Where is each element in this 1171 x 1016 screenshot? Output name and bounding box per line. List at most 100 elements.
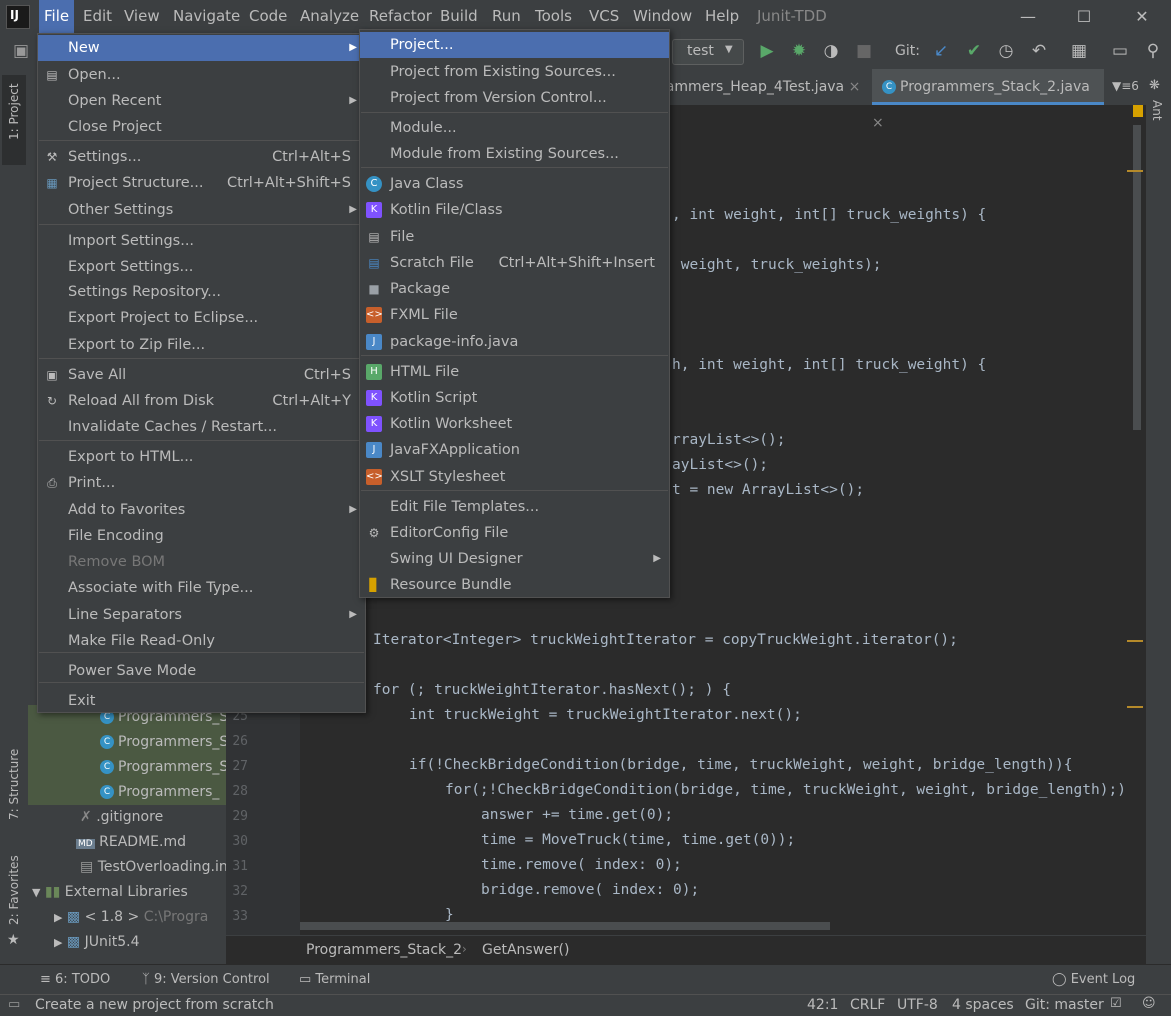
code-line[interactable]: bridge.remove( index: 0); xyxy=(481,878,699,903)
menu-view[interactable]: View xyxy=(119,0,165,33)
tab-heap-test[interactable]: rammers_Heap_4Test.java × xyxy=(660,69,870,105)
run-icon[interactable]: ▶ xyxy=(756,40,778,62)
file-encoding[interactable]: UTF-8 xyxy=(897,997,938,1013)
breadcrumb-method[interactable]: GetAnswer() xyxy=(482,942,569,958)
git-branch[interactable]: Git: master xyxy=(1025,997,1104,1013)
run-config-select[interactable]: test ▼ xyxy=(672,39,744,65)
rollback-icon[interactable]: ↶ xyxy=(1028,40,1050,62)
structure-tool-label[interactable]: 7: Structure xyxy=(7,749,21,820)
code-line[interactable]: h, int weight, int[] truck_weight) { xyxy=(672,353,986,378)
project-structure-icon[interactable]: ▦ xyxy=(1068,40,1090,62)
terminal-icon[interactable]: ▭ xyxy=(1109,40,1131,62)
file-menu-item-close-project[interactable]: Close Project xyxy=(38,114,365,140)
new-menu-item-scratch-file[interactable]: ▤ Scratch File Ctrl+Alt+Shift+Insert xyxy=(360,250,669,276)
new-menu-item-html-file[interactable]: H HTML File xyxy=(360,359,669,385)
code-line[interactable]: , int weight, int[] truck_weights) { xyxy=(672,203,986,228)
maximize-icon[interactable]: ☐ xyxy=(1059,0,1109,33)
new-menu-item-package[interactable]: ■ Package xyxy=(360,276,669,302)
file-menu-item-exit[interactable]: Exit xyxy=(38,688,365,714)
file-menu-item-import-settings[interactable]: Import Settings... xyxy=(38,228,365,254)
file-menu-item-associate-with-file-type[interactable]: Associate with File Type... xyxy=(38,575,365,601)
code-line[interactable]: weight, truck_weights); xyxy=(672,253,882,278)
new-menu-item-swing-ui-designer[interactable]: Swing UI Designer ▶ xyxy=(360,546,669,572)
new-menu-item-module[interactable]: Module... xyxy=(360,115,669,141)
code-line[interactable]: Iterator<Integer> truckWeightIterator = … xyxy=(373,628,958,653)
menu-code[interactable]: Code xyxy=(244,0,292,33)
code-line[interactable]: time = MoveTruck(time, time.get(0)); xyxy=(481,828,795,853)
new-menu-item-project[interactable]: Project... xyxy=(360,32,669,58)
error-stripe-mark[interactable] xyxy=(1127,170,1143,172)
new-menu-item-java-class[interactable]: C Java Class xyxy=(360,171,669,197)
file-menu-item-remove-bom[interactable]: Remove BOM xyxy=(38,549,365,575)
file-menu-item-print[interactable]: ⎙ Print... xyxy=(38,470,365,496)
file-menu-item-file-encoding[interactable]: File Encoding xyxy=(38,523,365,549)
file-menu-item-open-recent[interactable]: Open Recent ▶ xyxy=(38,88,365,114)
tree-item[interactable]: ▶ ▩ JUnit5.4 xyxy=(28,930,226,955)
expand-arrow-icon[interactable]: ▼ xyxy=(32,886,40,899)
new-menu-item-edit-file-templates[interactable]: Edit File Templates... xyxy=(360,494,669,520)
ant-tool-label[interactable]: Ant xyxy=(1150,100,1164,121)
tree-item[interactable]: MD README.md xyxy=(28,830,226,855)
tab-overflow-icon[interactable]: ▼≡6 xyxy=(1112,79,1139,93)
new-menu-item-module-from-existing-sources[interactable]: Module from Existing Sources... xyxy=(360,141,669,167)
new-menu-item-project-from-version-control[interactable]: Project from Version Control... xyxy=(360,85,669,111)
inspector-icon[interactable]: ☺ xyxy=(1142,996,1156,1011)
code-line[interactable]: ayList<>(); xyxy=(672,453,768,478)
code-line[interactable]: t = new ArrayList<>(); xyxy=(672,478,864,503)
file-menu-item-reload-all-from-disk[interactable]: ↻ Reload All from Disk Ctrl+Alt+Y xyxy=(38,388,365,414)
coverage-icon[interactable]: ◑ xyxy=(820,40,842,62)
new-menu-item-package-info-java[interactable]: Jpackage-info.java xyxy=(360,329,669,355)
history-icon[interactable]: ◷ xyxy=(995,40,1017,62)
favorites-tool-label[interactable]: 2: Favorites xyxy=(7,855,21,925)
git-commit-icon[interactable]: ✔ xyxy=(963,40,985,62)
file-menu-item-add-to-favorites[interactable]: Add to Favorites ▶ xyxy=(38,497,365,523)
tree-item[interactable]: C Programmers_S xyxy=(28,755,226,780)
file-menu-item-power-save-mode[interactable]: Power Save Mode xyxy=(38,658,365,684)
file-menu-item-other-settings[interactable]: Other Settings ▶ xyxy=(38,197,365,223)
debug-icon[interactable]: ✹ xyxy=(788,40,810,62)
horizontal-scrollbar[interactable] xyxy=(300,922,830,930)
menu-navigate[interactable]: Navigate xyxy=(168,0,245,33)
menu-analyze[interactable]: Analyze xyxy=(295,0,364,33)
error-stripe-mark[interactable] xyxy=(1127,640,1143,642)
todo-tool-button[interactable]: ≡ 6: TODO xyxy=(40,972,110,987)
search-icon[interactable]: ⚲ xyxy=(1142,40,1164,62)
error-stripe-mark[interactable] xyxy=(1127,706,1143,708)
menu-help[interactable]: Help xyxy=(700,0,744,33)
new-menu-item-fxml-file[interactable]: <> FXML File xyxy=(360,302,669,328)
collapse-arrow-icon[interactable]: ▶ xyxy=(54,936,62,949)
indent-setting[interactable]: 4 spaces xyxy=(952,997,1014,1013)
file-menu-item-save-all[interactable]: ▣ Save All Ctrl+S xyxy=(38,362,365,388)
menu-file[interactable]: File xyxy=(39,0,75,33)
git-update-icon[interactable]: ↙ xyxy=(930,40,952,62)
new-menu-item-kotlin-worksheet[interactable]: K Kotlin Worksheet xyxy=(360,411,669,437)
code-line[interactable]: } xyxy=(445,903,454,928)
breadcrumb-class[interactable]: Programmers_Stack_2 xyxy=(306,942,462,958)
inspection-warning-icon[interactable] xyxy=(1133,105,1143,117)
new-menu-item-editorconfig-file[interactable]: ⚙ EditorConfig File xyxy=(360,520,669,546)
status-toggle-icon[interactable]: ▭ xyxy=(8,997,20,1012)
new-menu-item-xslt-stylesheet[interactable]: <> XSLT Stylesheet xyxy=(360,464,669,490)
close-tab-icon[interactable]: × xyxy=(872,115,884,131)
tree-item[interactable]: ▶ ▩ < 1.8 > C:\Progra xyxy=(28,905,226,930)
new-menu-item-kotlin-file-class[interactable]: K Kotlin File/Class xyxy=(360,197,669,223)
file-menu-item-export-to-html[interactable]: Export to HTML... xyxy=(38,444,365,470)
file-menu-item-settings[interactable]: ⚒ Settings... Ctrl+Alt+S xyxy=(38,144,365,170)
file-menu-item-line-separators[interactable]: Line Separators ▶ xyxy=(38,602,365,628)
file-menu-item-open[interactable]: ▤ Open... xyxy=(38,62,365,88)
version-control-tool-button[interactable]: ᛉ 9: Version Control xyxy=(142,972,270,987)
line-separator[interactable]: CRLF xyxy=(850,997,885,1013)
file-menu-item-new[interactable]: New ▶ xyxy=(38,35,365,61)
code-line[interactable]: time.remove( index: 0); xyxy=(481,853,682,878)
close-tab-icon[interactable]: × xyxy=(849,79,861,95)
code-line[interactable]: answer += time.get(0); xyxy=(481,803,673,828)
new-menu-item-project-from-existing-sources[interactable]: Project from Existing Sources... xyxy=(360,59,669,85)
tree-item[interactable]: ▤ TestOverloading.in xyxy=(28,855,226,880)
code-line[interactable]: rrayList<>(); xyxy=(672,428,786,453)
code-line[interactable]: for(;!CheckBridgeCondition(bridge, time,… xyxy=(445,778,1126,803)
file-menu-item-export-to-zip-file[interactable]: Export to Zip File... xyxy=(38,332,365,358)
minimize-icon[interactable]: — xyxy=(1003,0,1053,33)
new-menu-item-resource-bundle[interactable]: ▊ Resource Bundle xyxy=(360,572,669,598)
lock-icon[interactable]: ☑ xyxy=(1110,996,1122,1011)
terminal-tool-button[interactable]: ▭ Terminal xyxy=(299,972,370,987)
